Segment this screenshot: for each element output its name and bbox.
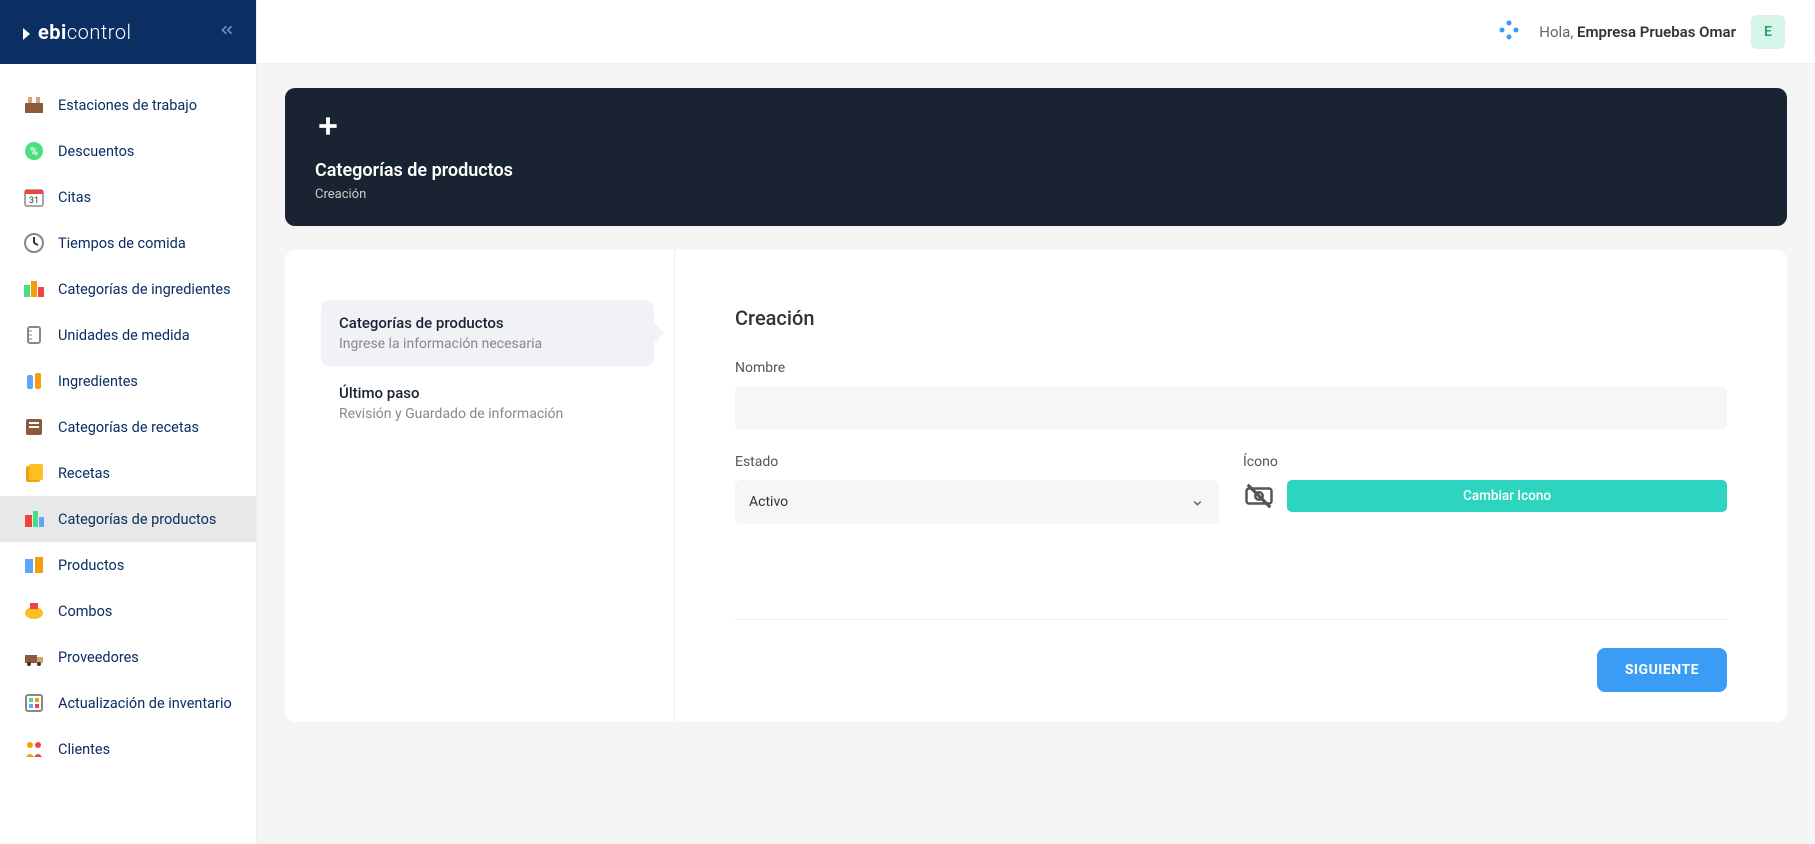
recipes-icon [22, 461, 46, 485]
sidebar-item-label: Clientes [58, 741, 110, 758]
page-subtitle: Creación [315, 187, 1757, 202]
appointments-icon: 31 [22, 185, 46, 209]
sidebar-item-label: Recetas [58, 465, 110, 482]
sidebar-item-label: Categorías de productos [58, 511, 216, 528]
sidebar-item-label: Estaciones de trabajo [58, 97, 197, 114]
sidebar-item-label: Categorías de recetas [58, 419, 199, 436]
sidebar-item-clients[interactable]: Clientes [0, 726, 256, 772]
form-group-icon: Ícono Cambiar Icono [1243, 454, 1727, 524]
units-icon [22, 323, 46, 347]
plus-icon [315, 112, 1757, 144]
change-icon-button[interactable]: Cambiar Icono [1287, 480, 1727, 512]
sidebar-item-workstations[interactable]: Estaciones de trabajo [0, 82, 256, 128]
icon-label: Ícono [1243, 454, 1727, 470]
sidebar-item-mealtimes[interactable]: Tiempos de comida [0, 220, 256, 266]
combos-icon [22, 599, 46, 623]
content: Categorías de productos Creación Categor… [257, 64, 1815, 844]
name-label: Nombre [735, 360, 1727, 376]
sidebar-item-label: Tiempos de comida [58, 235, 186, 252]
ingredient-categories-icon [22, 277, 46, 301]
sidebar-item-label: Actualización de inventario [58, 695, 232, 712]
form-heading: Creación [735, 306, 1727, 330]
clients-icon [22, 737, 46, 761]
sidebar-item-label: Citas [58, 189, 91, 206]
svg-text:%: % [30, 145, 38, 158]
sidebar-item-recipes[interactable]: Recetas [0, 450, 256, 496]
apps-icon[interactable] [1499, 20, 1519, 44]
recipe-categories-icon [22, 415, 46, 439]
sidebar-item-label: Categorías de ingredientes [58, 281, 231, 298]
mealtimes-icon [22, 231, 46, 255]
topbar: Hola, Empresa Pruebas Omar E [257, 0, 1815, 64]
greeting: Hola, Empresa Pruebas Omar [1539, 23, 1736, 41]
sidebar-item-suppliers[interactable]: Proveedores [0, 634, 256, 680]
steps-column: Categorías de productos Ingrese la inform… [285, 250, 675, 722]
sidebar-item-inventory-update[interactable]: Actualización de inventario [0, 680, 256, 726]
sidebar-item-discounts[interactable]: % Descuentos [0, 128, 256, 174]
status-select[interactable]: Activo [735, 480, 1219, 524]
form-column: Creación Nombre Estado Activo [675, 250, 1787, 722]
wizard-step-1[interactable]: Último paso Revisión y Guardado de inform… [321, 370, 654, 436]
sidebar-item-product-categories[interactable]: Categorías de productos [0, 496, 256, 542]
sidebar-item-label: Proveedores [58, 649, 139, 666]
inventory-update-icon [22, 691, 46, 715]
sidebar-item-label: Unidades de medida [58, 327, 190, 344]
ingredients-icon [22, 369, 46, 393]
sidebar-item-label: Combos [58, 603, 112, 620]
sidebar: ebicontrol Estaciones de trabajo% Descuen… [0, 0, 257, 844]
sidebar-item-products[interactable]: Productos [0, 542, 256, 588]
body-card: Categorías de productos Ingrese la inform… [285, 250, 1787, 722]
sidebar-item-combos[interactable]: Combos [0, 588, 256, 634]
products-icon [22, 553, 46, 577]
step-subtitle: Revisión y Guardado de información [339, 406, 636, 422]
sidebar-item-units[interactable]: Unidades de medida [0, 312, 256, 358]
sidebar-collapse-icon[interactable] [218, 21, 236, 43]
step-title: Categorías de productos [339, 314, 636, 332]
wizard-step-0[interactable]: Categorías de productos Ingrese la inform… [321, 300, 654, 366]
sidebar-item-appointments[interactable]: 31 Citas [0, 174, 256, 220]
divider [735, 619, 1727, 620]
form-group-name: Nombre [735, 360, 1727, 430]
svg-text:31: 31 [29, 196, 39, 206]
suppliers-icon [22, 645, 46, 669]
header-card: Categorías de productos Creación [285, 88, 1787, 226]
form-group-status: Estado Activo [735, 454, 1219, 524]
sidebar-item-ingredient-categories[interactable]: Categorías de ingredientes [0, 266, 256, 312]
discounts-icon: % [22, 139, 46, 163]
avatar[interactable]: E [1751, 15, 1785, 49]
product-categories-icon [22, 507, 46, 531]
name-input[interactable] [735, 386, 1727, 430]
sidebar-item-ingredients[interactable]: Ingredientes [0, 358, 256, 404]
sidebar-item-label: Ingredientes [58, 373, 138, 390]
sidebar-item-label: Productos [58, 557, 124, 574]
next-button[interactable]: SIGUIENTE [1597, 648, 1727, 692]
sidebar-item-recipe-categories[interactable]: Categorías de recetas [0, 404, 256, 450]
sidebar-nav: Estaciones de trabajo% Descuentos 31 Citas T… [0, 64, 256, 844]
sidebar-item-label: Descuentos [58, 143, 134, 160]
status-label: Estado [735, 454, 1219, 470]
sidebar-header: ebicontrol [0, 0, 256, 64]
workstations-icon [22, 93, 46, 117]
step-subtitle: Ingrese la información necesaria [339, 336, 636, 352]
page-title: Categorías de productos [315, 160, 1757, 181]
step-title: Último paso [339, 384, 636, 402]
main: Hola, Empresa Pruebas Omar E Categorías … [257, 0, 1815, 844]
no-image-icon [1243, 480, 1275, 512]
logo: ebicontrol [20, 20, 132, 44]
